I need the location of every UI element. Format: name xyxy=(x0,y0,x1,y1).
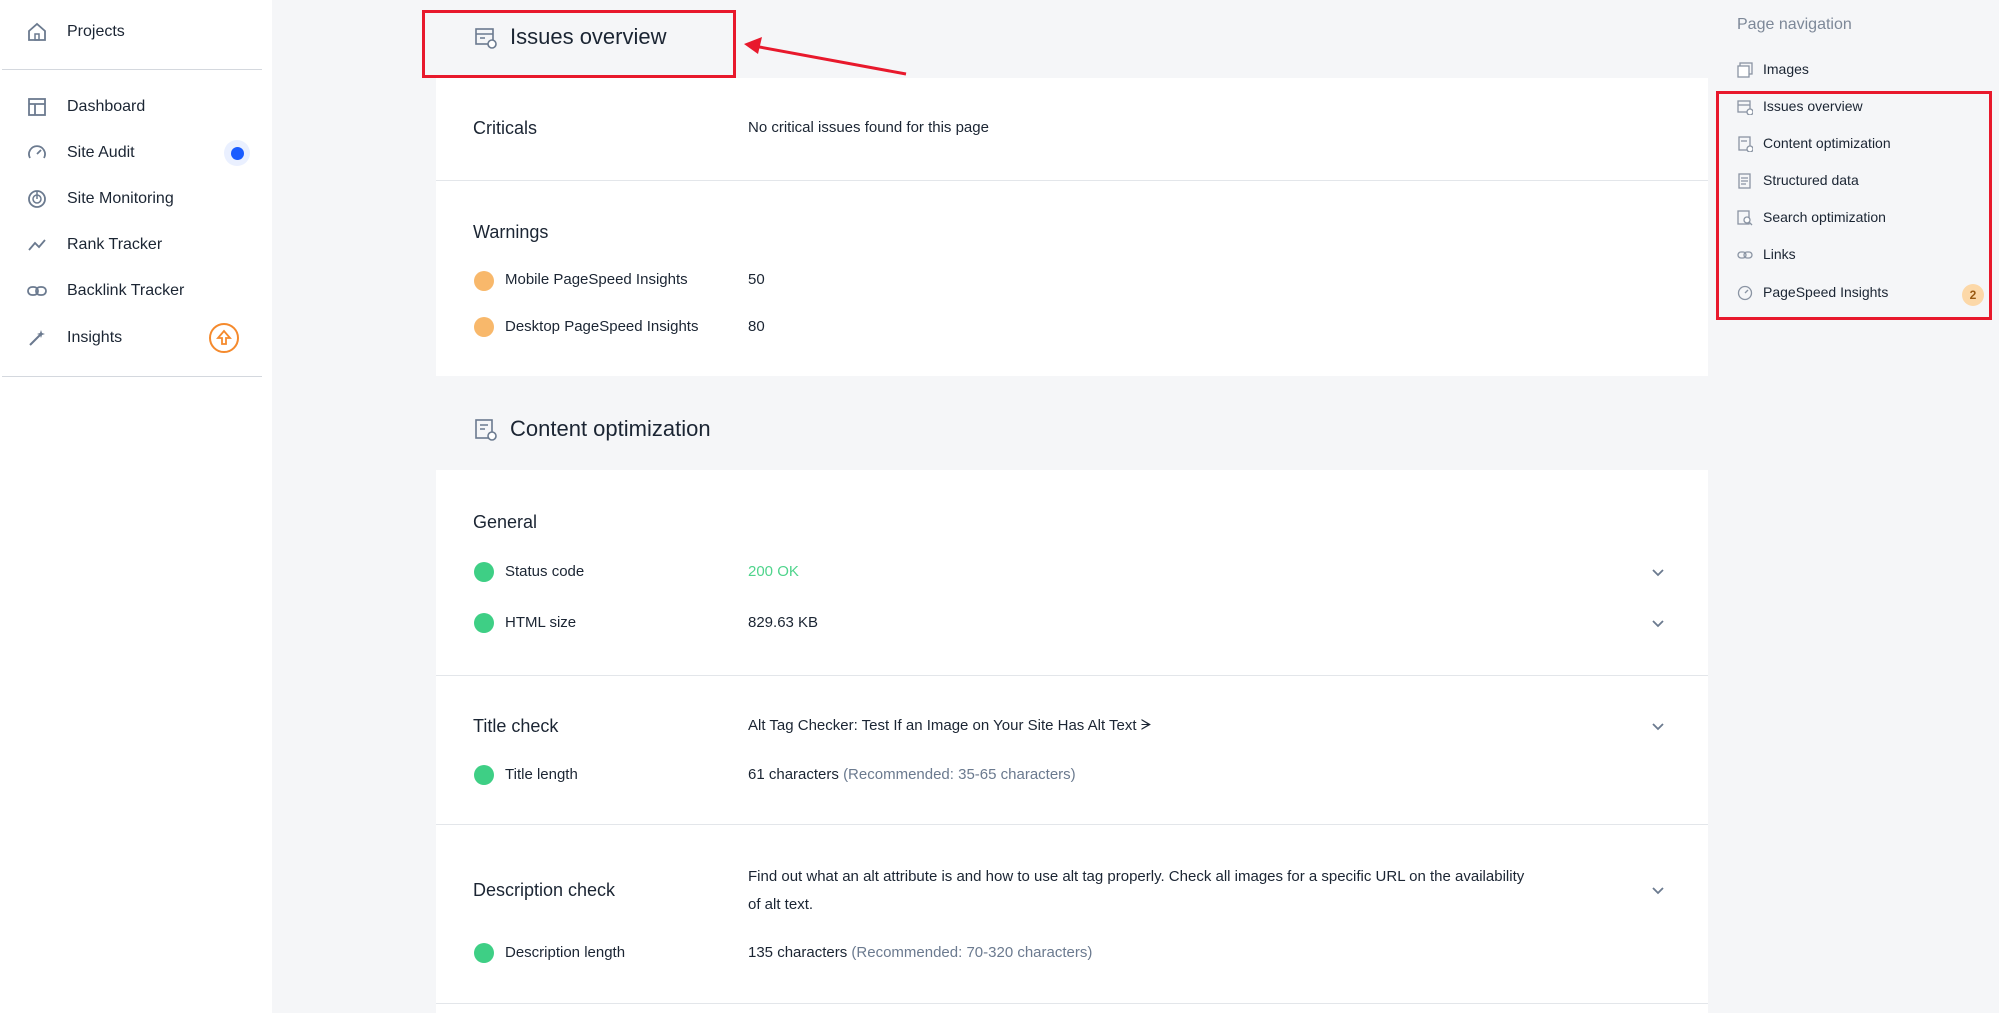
sidebar-item-label: Insights xyxy=(67,329,123,346)
highlight-box xyxy=(422,10,736,78)
sidebar-item-label: Site Monitoring xyxy=(67,190,174,207)
check-icon xyxy=(474,613,494,633)
html-size-value: 829.63 KB xyxy=(748,614,819,631)
chevron-down-icon[interactable] xyxy=(1650,565,1666,581)
title-check-value: Alt Tag Checker: Test If an Image on You… xyxy=(748,717,1152,734)
sidebar-item-label: Dashboard xyxy=(67,98,146,115)
highlight-box xyxy=(1716,91,1992,320)
status-code-value: 200 OK xyxy=(748,563,799,580)
notification-dot xyxy=(224,140,250,166)
sidebar-item-backlink-tracker[interactable]: Backlink Tracker xyxy=(0,268,270,314)
page-nav-images[interactable]: Images xyxy=(1737,56,1987,84)
sidebar-item-label: Backlink Tracker xyxy=(67,282,185,299)
sidebar-item-label: Rank Tracker xyxy=(67,236,163,253)
description-check-label: Description check xyxy=(473,880,616,900)
radar-icon xyxy=(28,190,46,208)
chevron-down-icon[interactable] xyxy=(1650,719,1666,735)
speedometer-icon xyxy=(28,145,46,159)
warning-icon xyxy=(474,317,494,337)
criticals-value: No critical issues found for this page xyxy=(748,119,989,136)
criticals-label: Criticals xyxy=(473,118,538,138)
trend-icon xyxy=(28,239,46,251)
description-check-value-line1: Find out what an alt attribute is and ho… xyxy=(748,868,1525,885)
description-length-label: Description length xyxy=(505,944,626,961)
sidebar-item-insights[interactable]: Insights xyxy=(0,315,270,361)
sidebar: Projects Dashboard Site Audit Site Monit… xyxy=(0,0,272,1013)
annotation-arrow xyxy=(744,37,907,76)
warning-item-value: 80 xyxy=(748,318,765,335)
page-navigation-title: Page navigation xyxy=(1737,16,1852,33)
title-length-value: 61 characters (Recommended: 35-65 charac… xyxy=(748,761,1076,789)
description-length-value: 135 characters (Recommended: 70-320 char… xyxy=(748,939,1092,967)
title-check-label: Title check xyxy=(473,716,559,736)
content-optimization-card xyxy=(436,470,1708,1013)
dashboard-icon xyxy=(28,98,46,116)
warning-item-label: Mobile PageSpeed Insights xyxy=(505,271,688,288)
sidebar-item-rank-tracker[interactable]: Rank Tracker xyxy=(0,222,270,268)
section-title: Content optimization xyxy=(510,416,711,441)
check-icon xyxy=(474,943,494,963)
general-label: General xyxy=(473,512,538,532)
title-length-hint: (Recommended: 35-65 characters) xyxy=(843,766,1076,783)
sidebar-item-site-monitoring[interactable]: Site Monitoring xyxy=(0,176,270,222)
title-length-number: 61 characters xyxy=(748,766,839,783)
content-optimization-header: Content optimization xyxy=(436,392,1708,470)
description-check-value-line2: of alt text. xyxy=(748,896,814,913)
sidebar-item-dashboard[interactable]: Dashboard xyxy=(0,84,270,130)
divider xyxy=(436,180,1708,181)
divider xyxy=(2,376,262,377)
images-icon xyxy=(1737,62,1753,78)
general-item-label: HTML size xyxy=(505,614,577,631)
home-icon xyxy=(28,22,46,41)
divider xyxy=(2,69,262,70)
description-length-number: 135 characters xyxy=(748,944,848,961)
description-length-hint: (Recommended: 70-320 characters) xyxy=(851,944,1093,961)
general-item-label: Status code xyxy=(505,563,585,580)
check-icon xyxy=(474,765,494,785)
title-length-label: Title length xyxy=(505,766,578,783)
divider xyxy=(436,1003,1708,1004)
sidebar-item-label: Site Audit xyxy=(67,144,135,161)
check-icon xyxy=(474,562,494,582)
link-icon xyxy=(27,286,47,296)
warning-icon xyxy=(474,271,494,291)
divider xyxy=(436,675,1708,676)
content-icon xyxy=(475,419,497,441)
chevron-down-icon[interactable] xyxy=(1650,616,1666,632)
warnings-label: Warnings xyxy=(473,222,549,242)
sidebar-item-site-audit[interactable]: Site Audit xyxy=(0,130,270,176)
chevron-down-icon[interactable] xyxy=(1650,883,1666,899)
upgrade-icon[interactable] xyxy=(209,323,239,353)
sidebar-item-label: Projects xyxy=(67,23,125,40)
warning-item-value: 50 xyxy=(748,271,765,288)
page-nav-label: Images xyxy=(1763,61,1809,77)
divider xyxy=(436,824,1708,825)
warning-item-label: Desktop PageSpeed Insights xyxy=(505,318,699,335)
sidebar-item-projects[interactable]: Projects xyxy=(0,9,270,55)
magic-wand-icon xyxy=(29,330,45,346)
